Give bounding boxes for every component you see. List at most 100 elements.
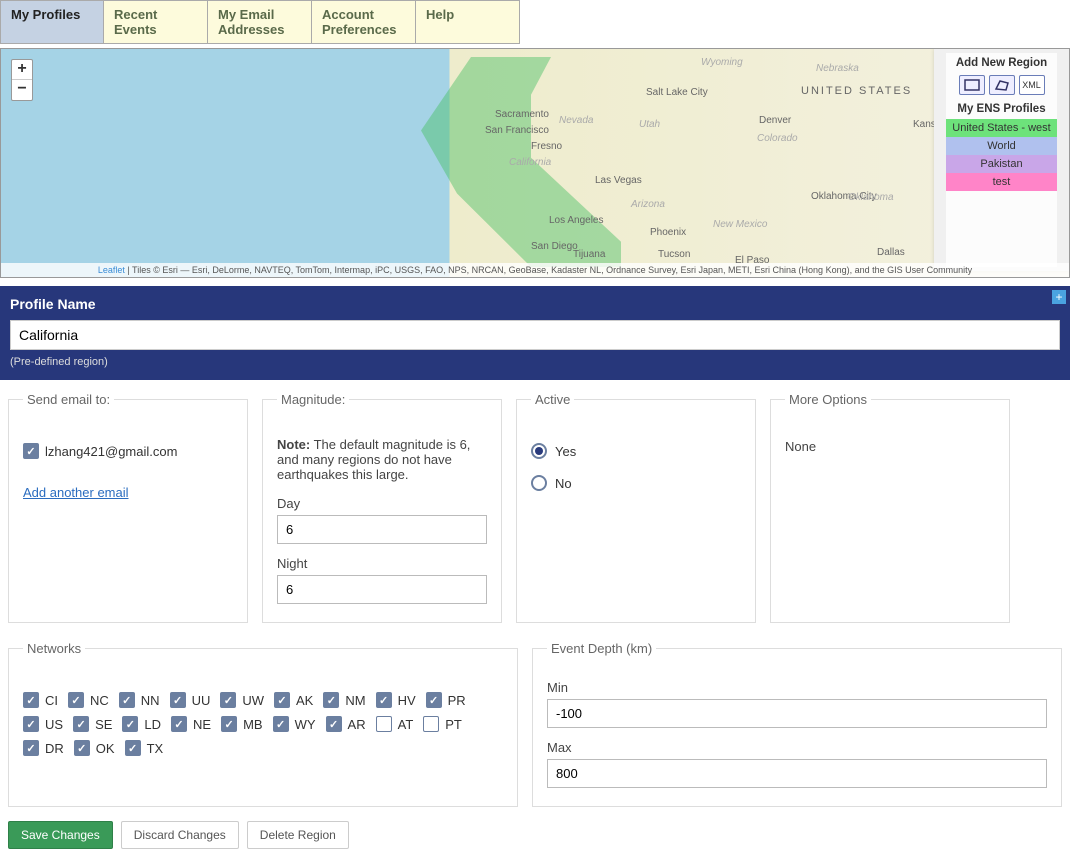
active-yes-radio[interactable] [531, 443, 547, 459]
network-checkbox-hv[interactable]: HV [376, 692, 416, 708]
network-checkbox-box-ld[interactable] [122, 716, 138, 732]
network-checkbox-box-us[interactable] [23, 716, 39, 732]
network-checkbox-box-tx[interactable] [125, 740, 141, 756]
map-label-nebraska: Nebraska [816, 63, 859, 74]
profile-item-pakistan[interactable]: Pakistan [946, 155, 1057, 173]
email-legend: Send email to: [23, 392, 114, 407]
network-label-nc: NC [90, 693, 109, 708]
network-checkbox-box-pt[interactable] [423, 716, 439, 732]
rectangle-region-button[interactable] [959, 75, 985, 95]
network-checkbox-box-ci[interactable] [23, 692, 39, 708]
network-checkbox-pt[interactable]: PT [423, 716, 462, 732]
map-label-sf: San Francisco [485, 125, 549, 136]
map-label-utah: Utah [639, 119, 660, 130]
profile-name-input[interactable] [10, 320, 1060, 350]
profile-item-world[interactable]: World [946, 137, 1057, 155]
network-checkbox-box-nc[interactable] [68, 692, 84, 708]
map-label-fresno: Fresno [531, 141, 562, 152]
active-legend: Active [531, 392, 574, 407]
network-checkbox-nc[interactable]: NC [68, 692, 109, 708]
network-checkbox-ci[interactable]: CI [23, 692, 58, 708]
network-checkbox-uw[interactable]: UW [220, 692, 264, 708]
discard-button[interactable]: Discard Changes [121, 821, 239, 849]
network-checkbox-box-dr[interactable] [23, 740, 39, 756]
network-checkbox-ar[interactable]: AR [326, 716, 366, 732]
map-attribution: Leaflet | Tiles © Esri — Esri, DeLorme, … [1, 263, 1069, 277]
network-checkbox-dr[interactable]: DR [23, 740, 64, 756]
network-checkbox-tx[interactable]: TX [125, 740, 164, 756]
map-label-dallas: Dallas [877, 247, 905, 258]
add-email-link[interactable]: Add another email [23, 485, 129, 500]
network-checkbox-box-ok[interactable] [74, 740, 90, 756]
depth-max-input[interactable] [547, 759, 1047, 788]
map-label-salt-lake: Salt Lake City [646, 87, 708, 98]
network-checkbox-se[interactable]: SE [73, 716, 112, 732]
zoom-in-button[interactable]: + [12, 60, 32, 80]
network-checkbox-box-nn[interactable] [119, 692, 135, 708]
network-label-tx: TX [147, 741, 164, 756]
network-checkbox-box-wy[interactable] [273, 716, 289, 732]
polygon-region-button[interactable] [989, 75, 1015, 95]
network-checkbox-ne[interactable]: NE [171, 716, 211, 732]
delete-region-button[interactable]: Delete Region [247, 821, 349, 849]
active-yes-row[interactable]: Yes [531, 443, 576, 459]
map[interactable]: UNITED STATES Salt Lake City Denver Kans… [0, 48, 1070, 278]
network-checkbox-box-ne[interactable] [171, 716, 187, 732]
map-label-colorado: Colorado [757, 133, 798, 144]
magnitude-legend: Magnitude: [277, 392, 349, 407]
network-checkbox-box-hv[interactable] [376, 692, 392, 708]
network-checkbox-ok[interactable]: OK [74, 740, 115, 756]
expand-icon[interactable]: + [1052, 290, 1066, 304]
network-checkbox-uu[interactable]: UU [170, 692, 211, 708]
profile-name-section: + Profile Name (Pre-defined region) [0, 286, 1070, 380]
network-checkbox-us[interactable]: US [23, 716, 63, 732]
email-checkbox[interactable] [23, 443, 39, 459]
network-checkbox-box-ar[interactable] [326, 716, 342, 732]
tab-account-preferences[interactable]: Account Preferences [312, 0, 416, 44]
profile-item-us-west[interactable]: United States - west [946, 119, 1057, 137]
network-checkbox-box-pr[interactable] [426, 692, 442, 708]
map-label-vegas: Las Vegas [595, 175, 642, 186]
network-checkbox-box-se[interactable] [73, 716, 89, 732]
network-label-nn: NN [141, 693, 160, 708]
magnitude-night-input[interactable] [277, 575, 487, 604]
network-checkbox-box-uw[interactable] [220, 692, 236, 708]
active-no-radio[interactable] [531, 475, 547, 491]
action-buttons: Save Changes Discard Changes Delete Regi… [0, 807, 1070, 867]
leaflet-link[interactable]: Leaflet [98, 265, 125, 275]
depth-legend: Event Depth (km) [547, 641, 656, 656]
active-no-row[interactable]: No [531, 475, 572, 491]
tab-my-email[interactable]: My Email Addresses [208, 0, 312, 44]
network-checkbox-nm[interactable]: NM [323, 692, 365, 708]
tab-my-profiles[interactable]: My Profiles [0, 0, 104, 44]
network-checkbox-box-ak[interactable] [274, 692, 290, 708]
network-checkbox-ak[interactable]: AK [274, 692, 313, 708]
network-checkbox-wy[interactable]: WY [273, 716, 316, 732]
network-label-ok: OK [96, 741, 115, 756]
zoom-control: + − [11, 59, 33, 101]
magnitude-note: Note: The default magnitude is 6, and ma… [277, 437, 487, 482]
xml-region-button[interactable]: XML [1019, 75, 1045, 95]
network-checkbox-mb[interactable]: MB [221, 716, 263, 732]
network-checkbox-nn[interactable]: NN [119, 692, 160, 708]
tab-help[interactable]: Help [416, 0, 520, 44]
magnitude-day-input[interactable] [277, 515, 487, 544]
network-checkbox-box-nm[interactable] [323, 692, 339, 708]
network-checkbox-at[interactable]: AT [376, 716, 414, 732]
profile-item-test[interactable]: test [946, 173, 1057, 191]
network-checkbox-ld[interactable]: LD [122, 716, 161, 732]
active-yes-label: Yes [555, 444, 576, 459]
network-checkbox-box-uu[interactable] [170, 692, 186, 708]
email-checkbox-row[interactable]: lzhang421@gmail.com [23, 443, 177, 459]
network-checkbox-box-mb[interactable] [221, 716, 237, 732]
network-checkbox-pr[interactable]: PR [426, 692, 466, 708]
network-label-dr: DR [45, 741, 64, 756]
depth-max-label: Max [547, 740, 1047, 755]
save-button[interactable]: Save Changes [8, 821, 113, 849]
zoom-out-button[interactable]: − [12, 80, 32, 100]
network-checkbox-box-at[interactable] [376, 716, 392, 732]
network-label-uu: UU [192, 693, 211, 708]
depth-min-input[interactable] [547, 699, 1047, 728]
network-label-se: SE [95, 717, 112, 732]
tab-recent-events[interactable]: Recent Events [104, 0, 208, 44]
